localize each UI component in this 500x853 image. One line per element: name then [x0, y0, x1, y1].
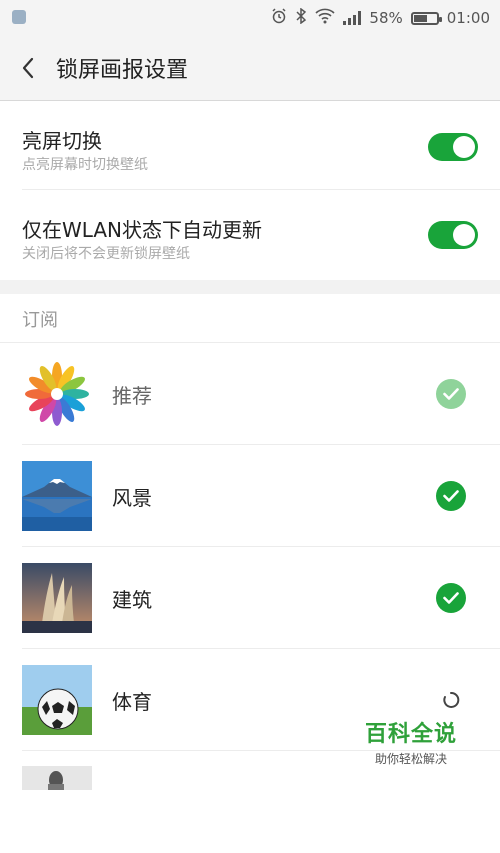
landscape-thumbnail: [22, 461, 92, 531]
wlan-only-update-toggle[interactable]: [428, 221, 478, 249]
back-button[interactable]: [0, 36, 56, 100]
subscription-name: 建筑: [112, 588, 152, 612]
watermark: 百科全说 助你轻松解决: [356, 716, 466, 767]
battery-percent: 58%: [369, 9, 403, 27]
check-icon: [436, 583, 466, 613]
recommended-flower-logo: [22, 359, 92, 429]
subscription-name: 风景: [112, 486, 152, 510]
architecture-thumbnail: [22, 563, 92, 633]
subscription-item-landscape[interactable]: 风景: [0, 445, 500, 547]
setting-screen-on-switch: 亮屏切换 点亮屏幕时切换壁纸: [0, 101, 500, 190]
loading-spinner-icon: [436, 685, 466, 715]
bluetooth-icon: [295, 7, 307, 28]
subscription-item-recommended[interactable]: 推荐: [0, 343, 500, 445]
toggle-knob: [453, 224, 475, 246]
partial-thumbnail: [22, 766, 92, 790]
page-title: 锁屏画报设置: [56, 58, 189, 83]
screen-on-switch-toggle[interactable]: [428, 133, 478, 161]
setting-label: 亮屏切换: [22, 129, 102, 153]
setting-label: 仅在WLAN状态下自动更新: [22, 218, 263, 242]
wifi-icon: [315, 8, 335, 28]
notification-icon: [12, 10, 26, 24]
battery-icon: [410, 11, 442, 25]
toggle-knob: [453, 136, 475, 158]
clock: 01:00: [446, 9, 490, 27]
sports-thumbnail: [22, 665, 92, 735]
subscription-name: 推荐: [112, 384, 152, 408]
watermark-title: 百科全说: [364, 722, 457, 747]
chevron-left-icon: [22, 57, 34, 79]
check-icon: [436, 481, 466, 511]
section-gap: [0, 280, 500, 294]
subscription-section-title: 订阅: [22, 310, 58, 331]
setting-description: 点亮屏幕时切换壁纸: [22, 157, 148, 173]
signal-icon: [343, 11, 362, 25]
setting-wlan-only-update: 仅在WLAN状态下自动更新 关闭后将不会更新锁屏壁纸: [0, 190, 500, 279]
watermark-subtitle: 助你轻松解决: [374, 752, 447, 766]
subscription-name: 体育: [112, 690, 152, 714]
setting-description: 关闭后将不会更新锁屏壁纸: [22, 246, 190, 262]
status-bar: 58% 01:00: [0, 0, 500, 36]
app-header: 锁屏画报设置: [0, 36, 500, 101]
subscription-item-architecture[interactable]: 建筑: [0, 547, 500, 649]
alarm-icon: [271, 8, 287, 28]
check-icon: [436, 379, 466, 409]
